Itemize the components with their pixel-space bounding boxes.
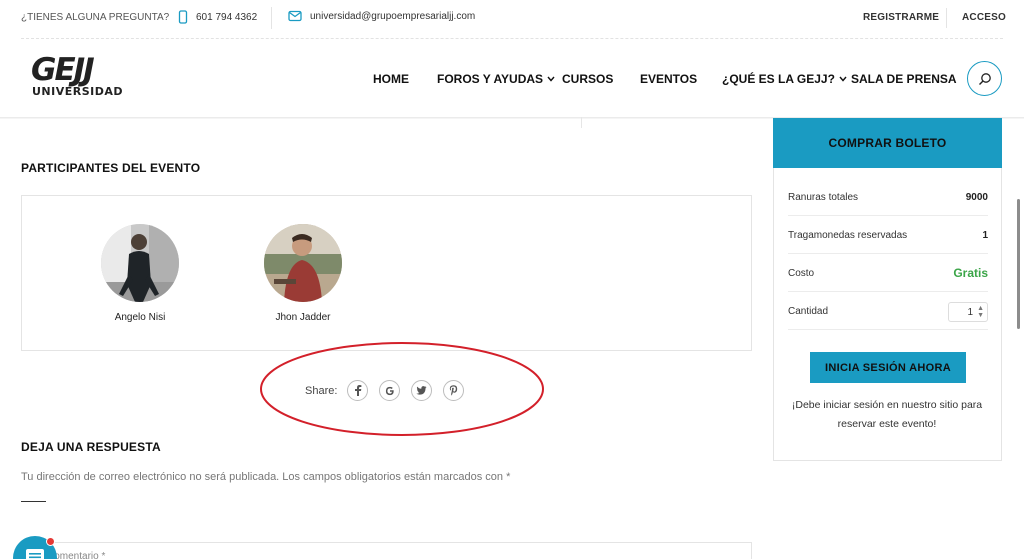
divider xyxy=(21,501,46,502)
avatar xyxy=(101,224,179,302)
google-icon[interactable] xyxy=(379,380,401,401)
notification-badge xyxy=(46,537,55,546)
participant-card[interactable]: Jhon Jadder xyxy=(248,224,358,323)
login-note: ¡Debe iniciar sesión en nuestro sitio pa… xyxy=(791,399,983,430)
logo-mark: GEJJ xyxy=(31,52,95,88)
participants-title: PARTICIPANTES DEL EVENTO xyxy=(21,161,201,175)
nav-label: FOROS Y AYUDAS xyxy=(437,72,544,86)
mail-icon xyxy=(288,10,302,22)
reply-notice: Tu dirección de correo electrónico no se… xyxy=(21,471,511,483)
pinterest-icon[interactable] xyxy=(443,380,465,401)
quantity-value: 1 xyxy=(967,307,973,318)
email-address: universidad@grupoempresarialjj.com xyxy=(310,10,476,22)
email-link[interactable]: universidad@grupoempresarialjj.com xyxy=(288,10,475,22)
nav-home[interactable]: HOME xyxy=(373,72,409,86)
divider xyxy=(581,117,582,128)
search-icon xyxy=(978,72,991,85)
comment-field[interactable]: Comentario * xyxy=(21,542,752,559)
buy-ticket-button[interactable]: COMPRAR BOLETO xyxy=(773,118,1002,168)
login-now-button[interactable]: INICIA SESIÓN AHORA xyxy=(810,352,966,383)
row-value: 1 xyxy=(982,230,988,241)
cost-row: Costo Gratis xyxy=(788,254,988,292)
nav-forums[interactable]: FOROS Y AYUDAS xyxy=(437,72,555,86)
row-label: Ranuras totales xyxy=(788,192,859,203)
chevron-down-icon xyxy=(547,76,555,82)
chevron-down-icon xyxy=(839,76,847,82)
participant-card[interactable]: Angelo Nisi xyxy=(85,224,195,323)
row-value: 9000 xyxy=(965,192,988,203)
divider xyxy=(271,7,272,29)
scrollbar[interactable] xyxy=(1017,199,1020,329)
nav-label: EVENTOS xyxy=(640,72,698,86)
participant-name: Angelo Nisi xyxy=(114,312,166,323)
phone-icon xyxy=(178,10,188,24)
share-label: Share: xyxy=(305,384,338,397)
quantity-row: Cantidad 1 ▲ ▼ xyxy=(788,292,988,330)
search-button[interactable] xyxy=(967,61,1002,96)
row-label: Tragamonedas reservadas xyxy=(788,230,908,241)
logo-subtitle: UNIVERSIDAD xyxy=(32,85,124,98)
nav-label: HOME xyxy=(373,72,409,86)
phone-link[interactable]: 601 794 4362 xyxy=(178,10,257,24)
twitter-icon[interactable] xyxy=(411,380,433,401)
row-label: Costo xyxy=(788,268,815,279)
reserved-slots-row: Tragamonedas reservadas 1 xyxy=(788,216,988,254)
row-value: Gratis xyxy=(953,266,988,280)
top-bar: ¿TIENES ALGUNA PREGUNTA? 601 794 4362 un… xyxy=(0,0,1024,37)
participant-name: Jhon Jadder xyxy=(275,312,331,323)
nav-courses[interactable]: CURSOS xyxy=(562,72,613,86)
total-slots-row: Ranuras totales 9000 xyxy=(788,178,988,216)
divider xyxy=(946,8,947,28)
nav-label: SALA DE PRENSA xyxy=(851,72,957,86)
site-logo[interactable]: GEJJ UNIVERSIDAD xyxy=(28,52,140,100)
reply-title: DEJA UNA RESPUESTA xyxy=(21,440,161,454)
facebook-icon[interactable] xyxy=(347,380,369,401)
nav-label: ¿QUÉ ES LA GEJJ? xyxy=(722,72,835,86)
row-label: Cantidad xyxy=(788,306,829,317)
nav-label: CURSOS xyxy=(562,72,614,86)
share-bar: Share: xyxy=(305,380,475,401)
login-link[interactable]: ACCESO xyxy=(962,12,1006,23)
nav-events[interactable]: EVENTOS xyxy=(640,72,697,86)
avatar xyxy=(264,224,342,302)
participants-box: Angelo Nisi Jhon Jadder xyxy=(21,195,752,351)
nav-press[interactable]: SALA DE PRENSA xyxy=(851,72,957,86)
nav-about[interactable]: ¿QUÉ ES LA GEJJ? xyxy=(722,72,847,86)
register-link[interactable]: REGISTRARME xyxy=(863,12,939,23)
quantity-stepper[interactable]: 1 ▲ ▼ xyxy=(948,302,988,322)
stepper-arrows-icon[interactable]: ▲ ▼ xyxy=(977,305,984,319)
divider xyxy=(21,38,1003,39)
phone-number: 601 794 4362 xyxy=(196,11,258,23)
question-text: ¿TIENES ALGUNA PREGUNTA? xyxy=(21,12,170,23)
